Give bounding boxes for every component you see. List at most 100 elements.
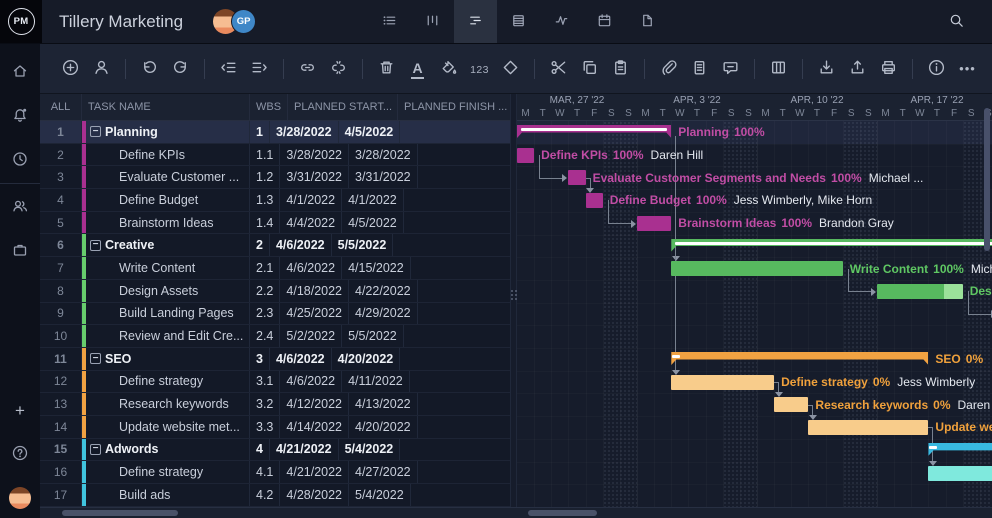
font-color-button[interactable]: A bbox=[404, 55, 431, 82]
gantt-bar[interactable] bbox=[637, 216, 671, 231]
table-row[interactable]: 14Update website met...3.34/14/20224/20/… bbox=[40, 416, 510, 439]
collapse-icon[interactable]: − bbox=[90, 444, 101, 455]
gantt-bar[interactable] bbox=[671, 375, 774, 390]
tab-board-view[interactable] bbox=[411, 0, 454, 43]
header-wbs[interactable]: WBS bbox=[250, 94, 288, 120]
sidebar-home-button[interactable] bbox=[0, 50, 40, 94]
import-button[interactable] bbox=[813, 55, 840, 82]
export-button[interactable] bbox=[844, 55, 871, 82]
more-options-button[interactable]: ••• bbox=[954, 55, 981, 82]
outdent-button[interactable] bbox=[215, 55, 242, 82]
table-row[interactable]: 4Define Budget1.34/1/20224/1/2022 bbox=[40, 189, 510, 212]
numbers-button[interactable]: 123 bbox=[466, 55, 493, 82]
cut-icon bbox=[549, 58, 568, 80]
copy-button[interactable] bbox=[576, 55, 603, 82]
sidebar-notifications-button[interactable] bbox=[0, 94, 40, 138]
sidebar-user-avatar[interactable] bbox=[9, 487, 31, 509]
header-planned-start[interactable]: PLANNED START... bbox=[288, 94, 398, 120]
sidebar-help-button[interactable] bbox=[0, 432, 40, 476]
search-button[interactable] bbox=[948, 12, 965, 32]
gantt-bar[interactable] bbox=[877, 284, 963, 299]
app-logo[interactable]: PM bbox=[0, 0, 42, 43]
gantt-view-icon bbox=[467, 12, 484, 32]
splitter-handle-icon bbox=[511, 290, 517, 300]
table-row[interactable]: 17Build ads4.24/28/20225/4/2022 bbox=[40, 484, 510, 507]
undo-button[interactable] bbox=[136, 55, 163, 82]
tab-list-view[interactable] bbox=[368, 0, 411, 43]
table-row[interactable]: 8Design Assets2.24/18/20224/22/2022 bbox=[40, 280, 510, 303]
paste-button[interactable] bbox=[607, 55, 634, 82]
milestone-button[interactable] bbox=[497, 55, 524, 82]
table-row[interactable]: 3Evaluate Customer ...1.23/31/20223/31/2… bbox=[40, 166, 510, 189]
wbs-cell: 4 bbox=[250, 439, 270, 461]
collapse-icon[interactable]: − bbox=[90, 353, 101, 364]
gantt-bar[interactable] bbox=[808, 420, 928, 435]
table-row[interactable]: 11−SEO34/6/20224/20/2022 bbox=[40, 348, 510, 371]
print-button[interactable] bbox=[875, 55, 902, 82]
wbs-cell: 1.4 bbox=[250, 212, 280, 234]
tab-activity-view[interactable] bbox=[540, 0, 583, 43]
sidebar-team-button[interactable] bbox=[0, 185, 40, 229]
tab-calendar-view[interactable] bbox=[583, 0, 626, 43]
sidebar-create-button[interactable]: + bbox=[0, 388, 40, 432]
sidebar-time-button[interactable] bbox=[0, 138, 40, 182]
info-button[interactable] bbox=[923, 55, 950, 82]
delete-button[interactable] bbox=[373, 55, 400, 82]
gantt-bar[interactable] bbox=[928, 466, 992, 481]
tab-sheet-view[interactable] bbox=[497, 0, 540, 43]
gantt-horizontal-scrollbar[interactable] bbox=[528, 510, 597, 516]
panel-splitter[interactable] bbox=[510, 94, 517, 507]
gantt-bar[interactable] bbox=[774, 397, 808, 412]
unlink-tasks-button[interactable] bbox=[325, 55, 352, 82]
table-row[interactable]: 10Review and Edit Cre...2.45/2/20225/5/2… bbox=[40, 325, 510, 348]
fill-color-button[interactable] bbox=[435, 55, 462, 82]
assign-user-button[interactable] bbox=[88, 55, 115, 82]
notes-button[interactable] bbox=[686, 55, 713, 82]
more-options-icon: ••• bbox=[959, 61, 976, 76]
gantt-bar[interactable] bbox=[586, 193, 603, 208]
task-name: Define strategy bbox=[119, 374, 203, 388]
add-task-button[interactable] bbox=[57, 55, 84, 82]
vertical-scrollbar[interactable] bbox=[984, 108, 990, 251]
gantt-bar[interactable] bbox=[671, 261, 842, 276]
cut-button[interactable] bbox=[545, 55, 572, 82]
table-row[interactable]: 6−Creative24/6/20225/5/2022 bbox=[40, 234, 510, 257]
table-row[interactable]: 7Write Content2.14/6/20224/15/2022 bbox=[40, 257, 510, 280]
table-row[interactable]: 9Build Landing Pages2.34/25/20224/29/202… bbox=[40, 303, 510, 326]
table-row[interactable]: 15−Adwords44/21/20225/4/2022 bbox=[40, 439, 510, 462]
tab-page-view[interactable] bbox=[626, 0, 669, 43]
table-row[interactable]: 16Define strategy4.14/21/20224/27/2022 bbox=[40, 461, 510, 484]
tab-gantt-view[interactable] bbox=[454, 0, 497, 43]
gantt-bar[interactable] bbox=[517, 148, 534, 163]
link-tasks-button[interactable] bbox=[294, 55, 321, 82]
header-task-name[interactable]: TASK NAME bbox=[82, 94, 250, 120]
redo-button[interactable] bbox=[167, 55, 194, 82]
comment-button[interactable] bbox=[717, 55, 744, 82]
indent-button[interactable] bbox=[246, 55, 273, 82]
task-name-cell: Research keywords bbox=[82, 393, 250, 415]
color-strip bbox=[82, 393, 86, 415]
gantt-summary-bar[interactable] bbox=[671, 352, 928, 365]
planned-finish-cell: 4/13/2022 bbox=[349, 393, 418, 415]
collapse-icon[interactable]: − bbox=[90, 240, 101, 251]
table-row[interactable]: 13Research keywords3.24/12/20224/13/2022 bbox=[40, 393, 510, 416]
avatar[interactable]: GP bbox=[231, 9, 256, 34]
header-all[interactable]: ALL bbox=[40, 94, 82, 120]
columns-button[interactable] bbox=[765, 55, 792, 82]
gantt-bar[interactable] bbox=[568, 170, 585, 185]
grid-horizontal-scrollbar[interactable] bbox=[62, 510, 178, 516]
gantt-summary-bar[interactable] bbox=[671, 239, 992, 252]
undo-icon bbox=[140, 58, 159, 80]
table-row[interactable]: 5Brainstorm Ideas1.44/4/20224/5/2022 bbox=[40, 212, 510, 235]
bar-label: Update website met... bbox=[935, 416, 992, 439]
table-row[interactable]: 2Define KPIs1.13/28/20223/28/2022 bbox=[40, 144, 510, 167]
view-tabs bbox=[368, 0, 669, 43]
attach-button[interactable] bbox=[655, 55, 682, 82]
task-name-cell: −Adwords bbox=[82, 439, 250, 461]
sidebar-portfolio-button[interactable] bbox=[0, 229, 40, 273]
collapse-icon[interactable]: − bbox=[90, 126, 101, 137]
table-row[interactable]: 1−Planning13/28/20224/5/2022 bbox=[40, 121, 510, 144]
header-planned-finish[interactable]: PLANNED FINISH ... bbox=[398, 94, 510, 120]
table-row[interactable]: 12Define strategy3.14/6/20224/11/2022 bbox=[40, 371, 510, 394]
planned-finish-cell: 5/4/2022 bbox=[349, 484, 411, 506]
